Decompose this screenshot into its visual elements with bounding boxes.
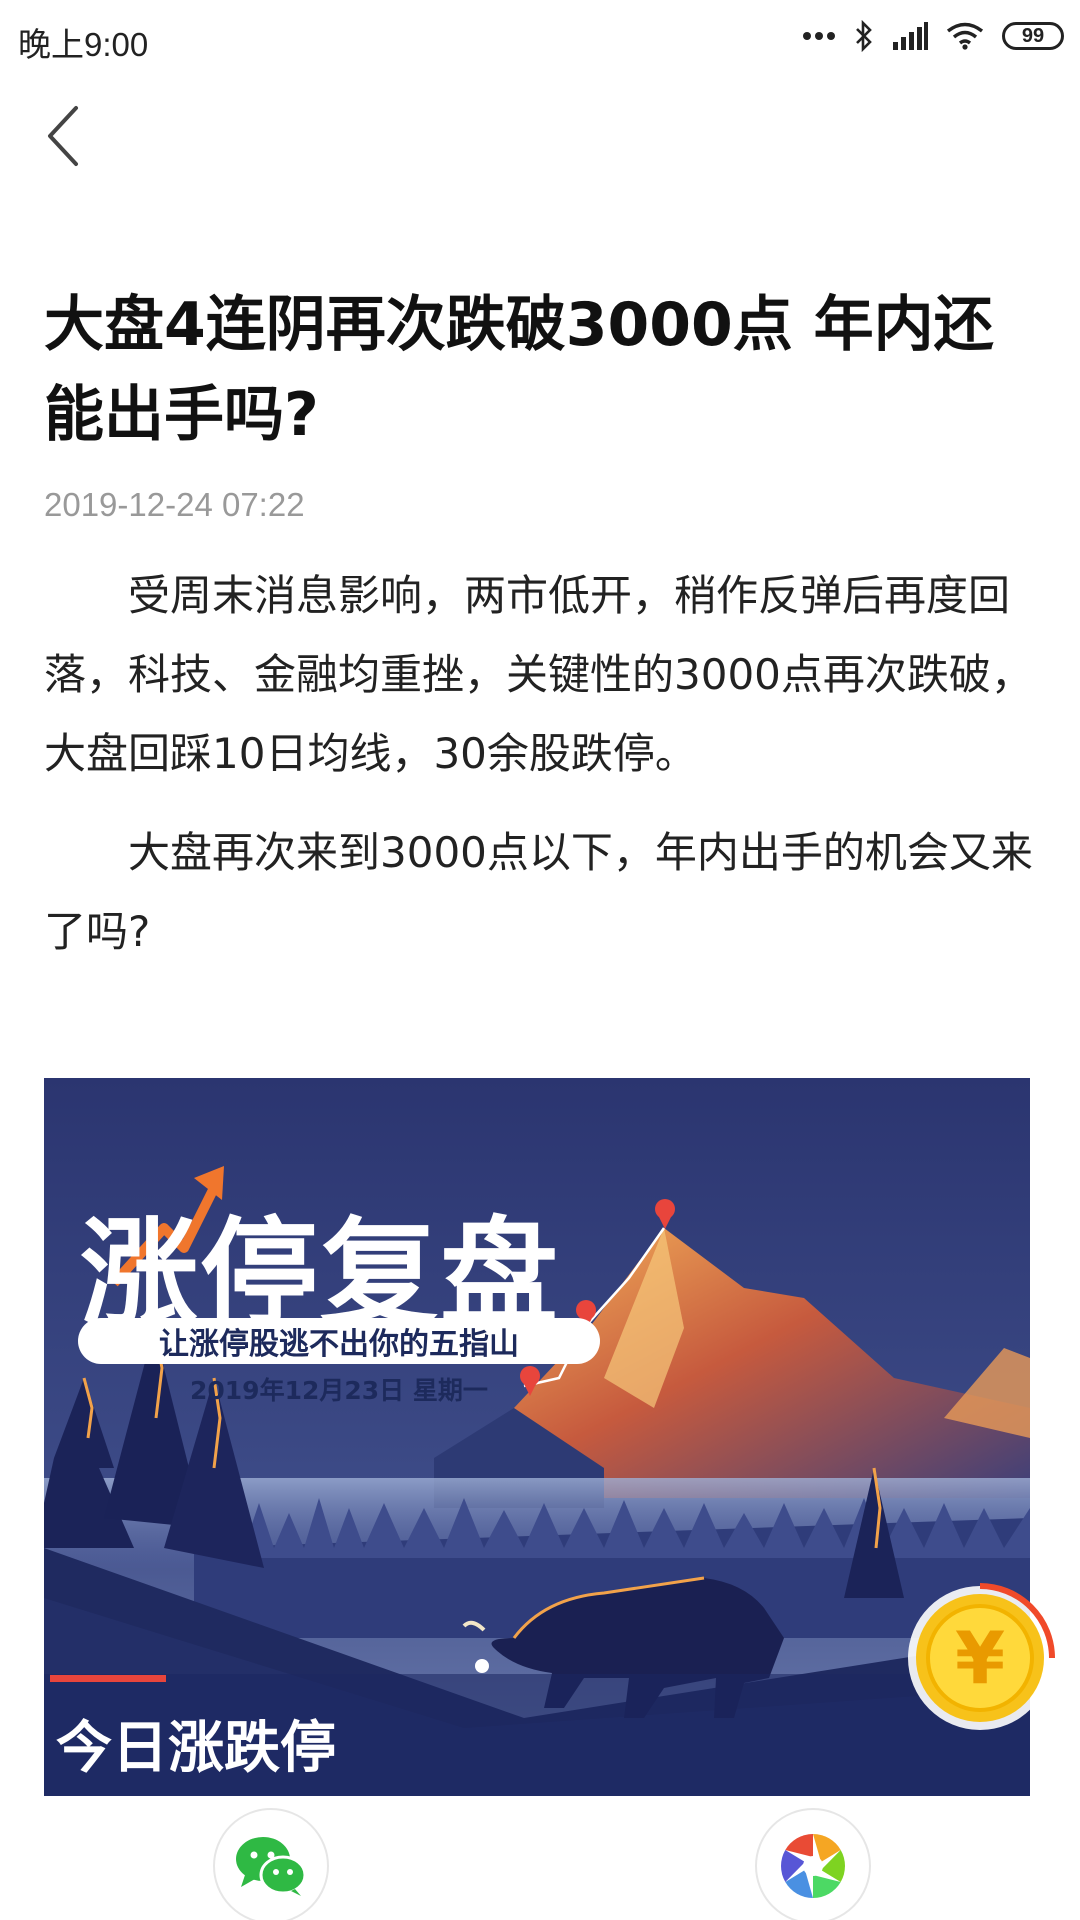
banner-accent-line — [50, 1675, 166, 1682]
wifi-icon — [946, 22, 984, 50]
more-dots-icon — [803, 32, 835, 40]
article-paragraph: 大盘再次来到3000点以下，年内出手的机会又来了吗? — [44, 828, 1033, 956]
article-banner-image[interactable]: 涨停复盘 让涨停股逃不出你的五指山 2019年12月23日 星期一 今日涨跌停 — [44, 1078, 1030, 1796]
article-body: 受周末消息影响，两市低开，稍作反弹后再度回落，科技、金融均重挫，关键性的3000… — [44, 556, 1040, 991]
status-icons: 99 — [802, 16, 1064, 56]
reward-coin-button[interactable]: ¥ — [905, 1583, 1055, 1733]
article-page: 晚上9:00 99 大盘4连阴再次跌破3000点 年内还能出手吗? 2019-1… — [0, 0, 1080, 1920]
battery-icon: 99 — [1002, 22, 1064, 50]
wechat-icon — [236, 1837, 307, 1896]
signal-icon — [893, 22, 928, 50]
banner-slogan: 让涨停股逃不出你的五指山 — [78, 1318, 600, 1364]
share-moments-button[interactable] — [755, 1808, 871, 1920]
banner-subtitle: 今日涨跌停 — [56, 1716, 336, 1781]
article-date: 2019-12-24 07:22 — [44, 486, 305, 523]
status-time: 晚上9:00 — [18, 26, 149, 63]
bluetooth-icon — [856, 20, 872, 52]
article-title: 大盘4连阴再次跌破3000点 年内还能出手吗? — [44, 290, 994, 450]
status-bar: 晚上9:00 99 — [0, 0, 1080, 74]
yuan-coin-icon: ¥ — [908, 1583, 1055, 1730]
chevron-left-icon — [48, 106, 78, 166]
share-wechat-button[interactable] — [213, 1808, 329, 1920]
battery-level: 99 — [1021, 24, 1045, 47]
banner-date: 2019年12月23日 星期一 — [190, 1376, 488, 1405]
coin-symbol: ¥ — [955, 1616, 1005, 1700]
article-paragraph: 受周末消息影响，两市低开，稍作反弹后再度回落，科技、金融均重挫，关键性的3000… — [44, 571, 1033, 778]
moments-icon — [781, 1834, 845, 1898]
back-button[interactable] — [40, 100, 92, 172]
